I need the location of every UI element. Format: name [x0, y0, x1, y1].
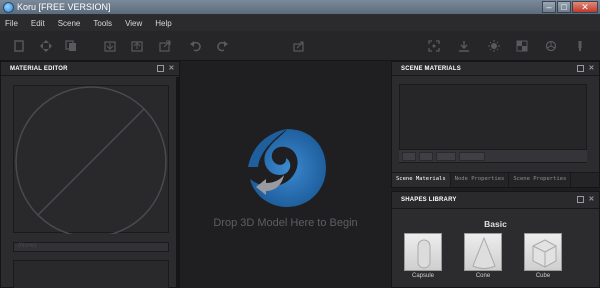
shape-label: Capsule — [411, 273, 434, 279]
close-panel-icon[interactable]: ✕ — [588, 196, 595, 203]
material-preview — [13, 85, 169, 238]
move-icon[interactable] — [40, 40, 52, 52]
menu-scene[interactable]: Scene — [58, 19, 81, 28]
checker-icon[interactable] — [516, 40, 528, 52]
undo-icon[interactable] — [190, 40, 202, 52]
undock-icon[interactable] — [157, 65, 164, 72]
capsule-icon — [404, 233, 442, 271]
material-editor-header: MATERIAL EDITOR ✕ — [1, 62, 179, 76]
menu-help[interactable]: Help — [155, 19, 171, 28]
shapes-library-title: SHAPES LIBRARY — [401, 197, 457, 203]
toolbar — [0, 31, 600, 61]
cube-icon — [524, 233, 562, 271]
brush-icon[interactable] — [574, 40, 586, 52]
menu-bar: File Edit Scene Tools View Help — [0, 15, 600, 31]
material-name-field[interactable]: (None) — [13, 242, 169, 252]
redo-icon[interactable] — [216, 40, 228, 52]
shape-cone[interactable]: Cone — [464, 233, 504, 279]
no-material-icon — [15, 86, 167, 238]
close-panel-icon[interactable]: ✕ — [588, 65, 595, 72]
window-controls: – □ ✕ — [542, 1, 598, 13]
maximize-button[interactable]: □ — [557, 1, 571, 13]
tab-scene-materials[interactable]: Scene Materials — [392, 173, 451, 187]
material-editor-panel: MATERIAL EDITOR ✕ (None) — [0, 61, 180, 288]
material-properties-area — [13, 260, 169, 288]
footer-cell — [419, 151, 433, 161]
shape-cube[interactable]: Cube — [524, 233, 564, 279]
center-icon[interactable] — [428, 40, 440, 52]
export-alt-icon[interactable] — [159, 40, 171, 52]
shape-label: Cube — [535, 273, 551, 279]
menu-file[interactable]: File — [5, 19, 18, 28]
koru-logo-icon — [248, 129, 326, 207]
minimize-button[interactable]: – — [542, 1, 556, 13]
share-icon[interactable] — [293, 40, 305, 52]
footer-cell — [459, 151, 485, 161]
footer-cell — [436, 151, 456, 161]
drop-hint-text: Drop 3D Model Here to Begin — [213, 217, 358, 229]
footer-cell — [402, 151, 416, 161]
close-button[interactable]: ✕ — [572, 1, 598, 13]
shapes-library-header: SHAPES LIBRARY ✕ — [392, 192, 599, 209]
undock-icon[interactable] — [577, 196, 584, 203]
viewport[interactable]: Drop 3D Model Here to Begin — [180, 61, 391, 288]
ground-icon[interactable] — [458, 40, 470, 52]
material-editor-scrollbar[interactable] — [176, 77, 179, 288]
title-bar: Koru [FREE VERSION] – □ ✕ — [0, 0, 600, 15]
material-editor-title: MATERIAL EDITOR — [10, 66, 68, 72]
window-title: Koru [FREE VERSION] — [17, 2, 111, 12]
lighting-icon[interactable] — [488, 40, 500, 52]
copy-icon[interactable] — [65, 40, 77, 52]
shapes-library-panel: SHAPES LIBRARY ✕ Basic Capsule Cone Cube — [391, 191, 600, 288]
tab-scene-properties[interactable]: Scene Properties — [509, 173, 572, 187]
cone-icon — [464, 233, 502, 271]
menu-view[interactable]: View — [125, 19, 142, 28]
undock-icon[interactable] — [577, 65, 584, 72]
new-icon[interactable] — [13, 40, 25, 52]
scene-materials-header: SCENE MATERIALS ✕ — [392, 62, 599, 76]
shape-capsule[interactable]: Capsule — [404, 233, 444, 279]
menu-edit[interactable]: Edit — [31, 19, 45, 28]
export-icon[interactable] — [131, 40, 143, 52]
shapes-category: Basic — [484, 219, 507, 229]
shape-label: Cone — [475, 273, 491, 279]
import-icon[interactable] — [104, 40, 116, 52]
scene-tabs: Scene Materials Node Properties Scene Pr… — [392, 172, 599, 187]
scene-materials-footer — [399, 149, 587, 162]
tab-node-properties[interactable]: Node Properties — [451, 173, 510, 187]
menu-tools[interactable]: Tools — [93, 19, 112, 28]
app-icon — [3, 2, 14, 13]
scene-materials-panel: SCENE MATERIALS ✕ Scene Materials Node P… — [391, 61, 600, 188]
close-panel-icon[interactable]: ✕ — [168, 65, 175, 72]
rotate-icon[interactable] — [545, 40, 557, 52]
scene-materials-title: SCENE MATERIALS — [401, 66, 461, 72]
